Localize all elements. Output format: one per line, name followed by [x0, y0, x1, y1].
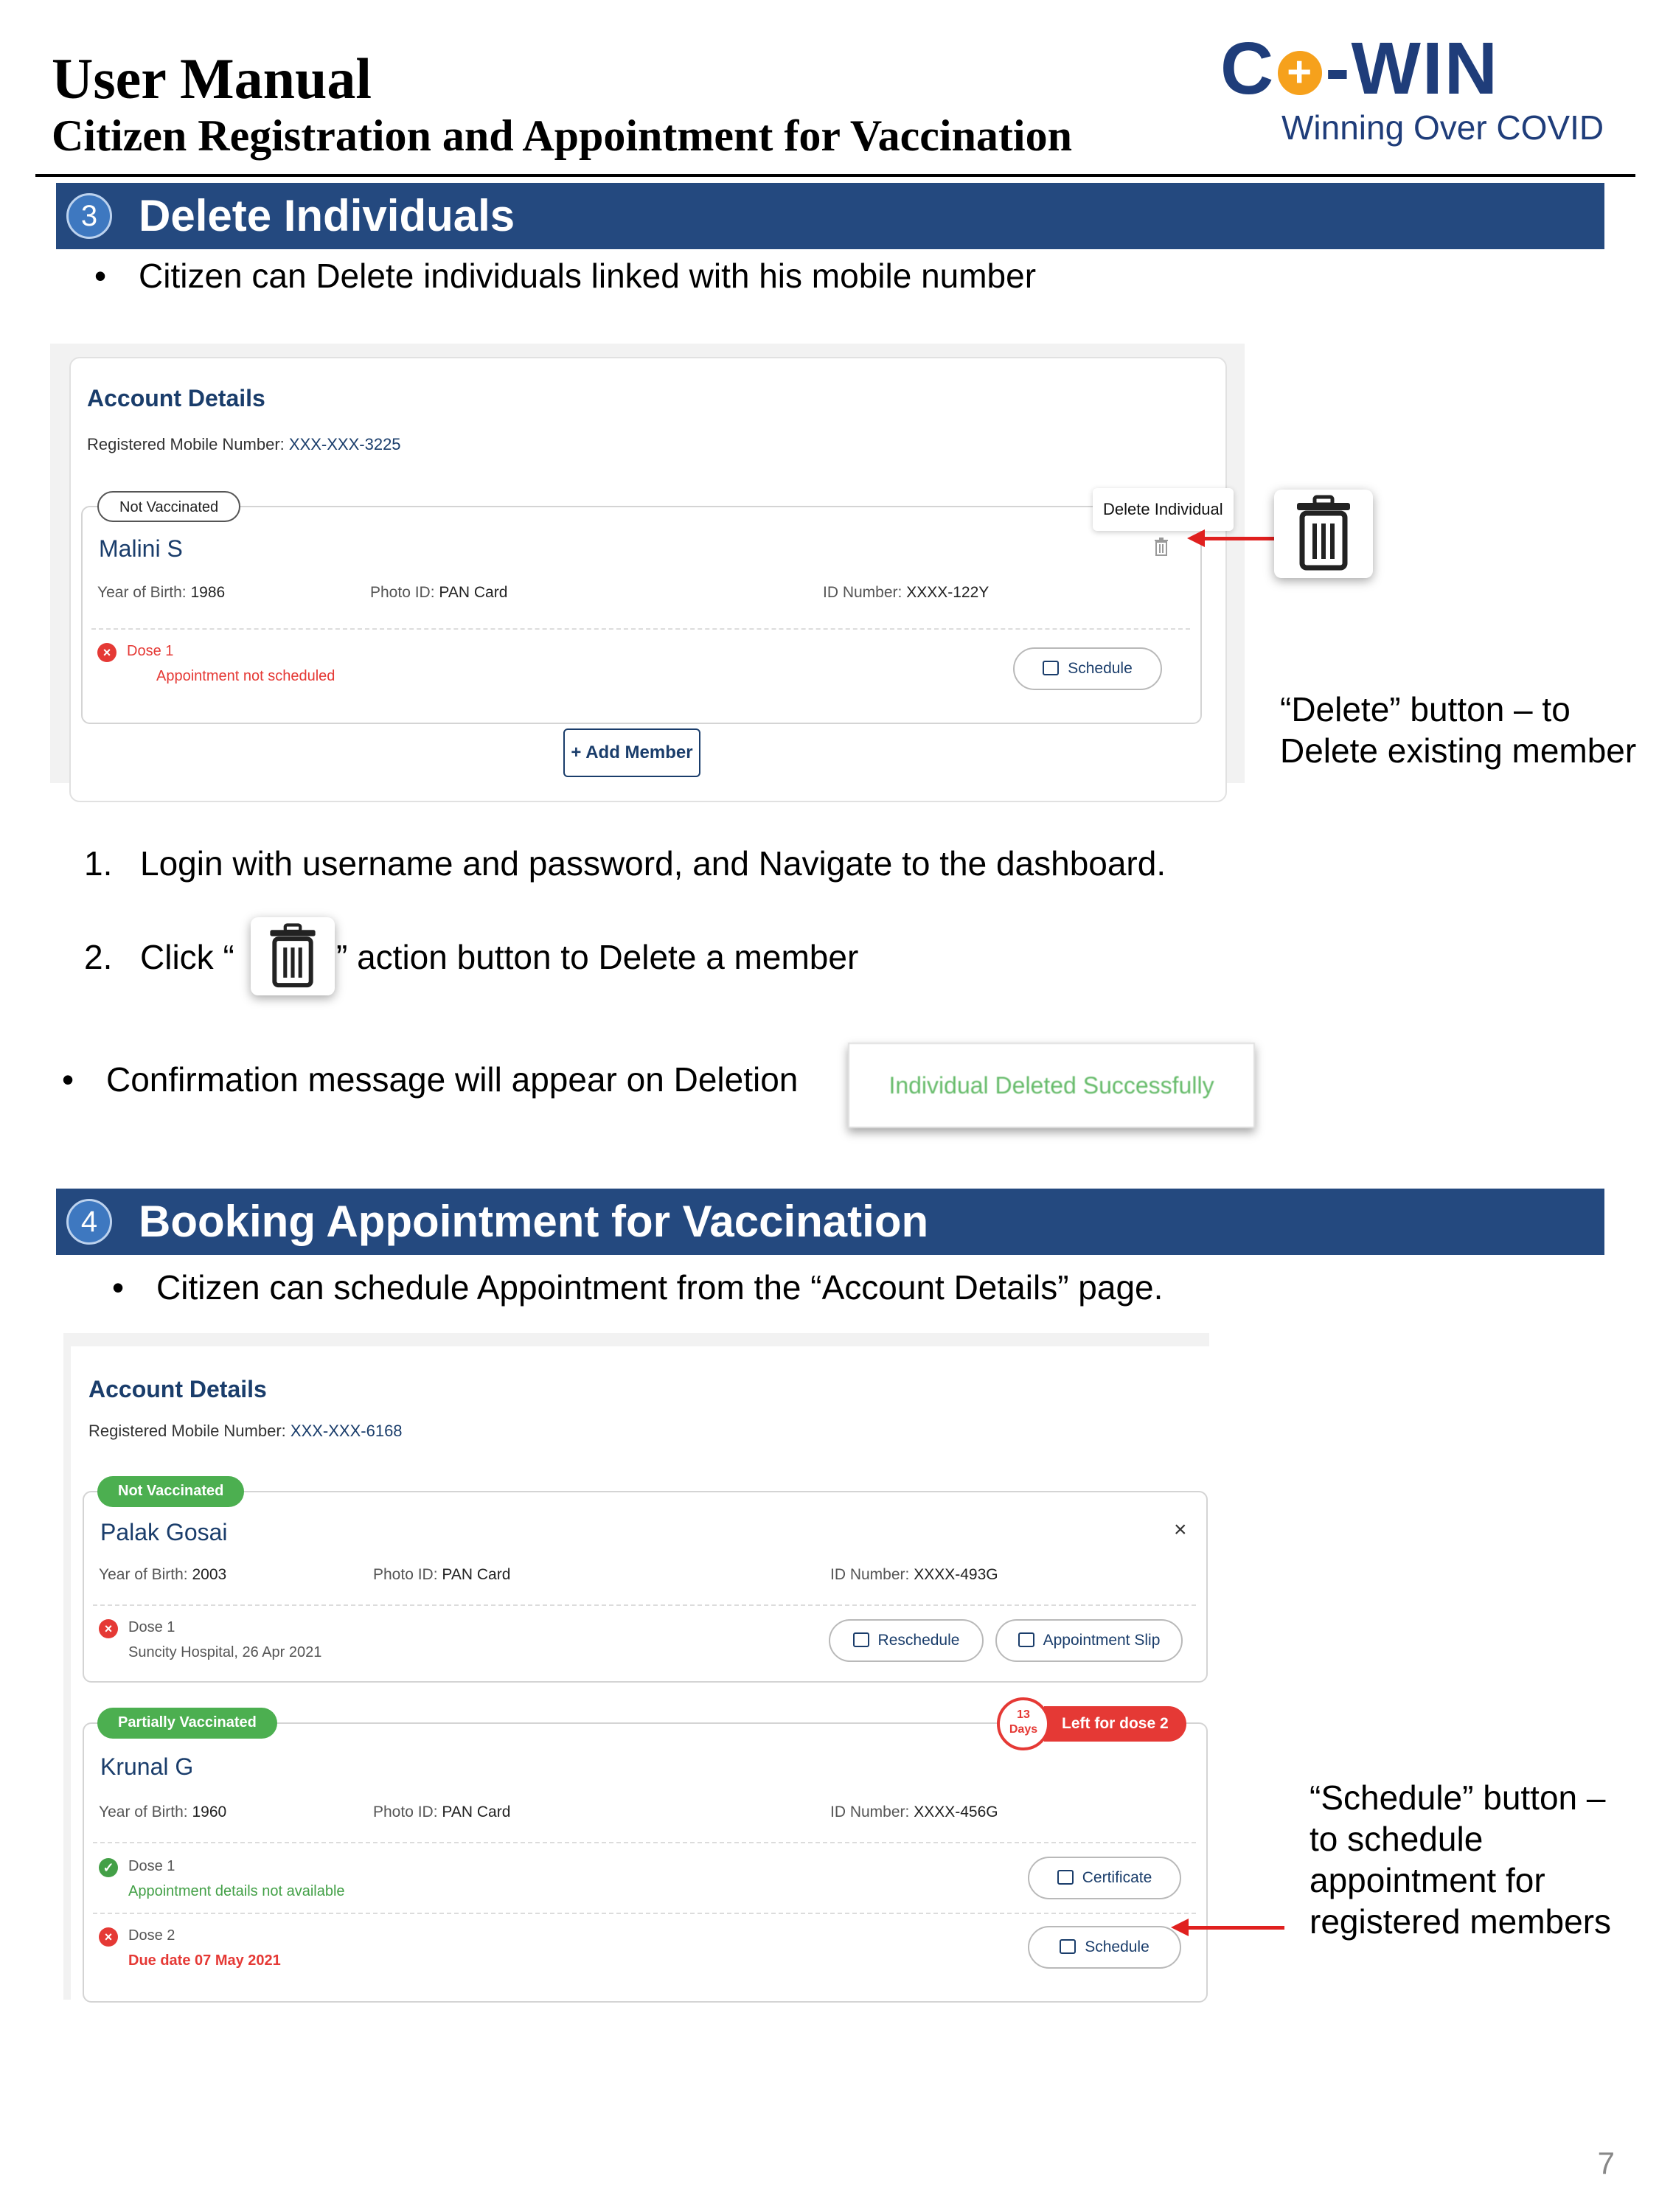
- schedule-button[interactable]: Schedule: [1028, 1926, 1181, 1969]
- status-badge: Not Vaccinated: [97, 491, 241, 522]
- cross-icon: ×: [97, 643, 116, 662]
- member-yob: Year of Birth: 1960: [99, 1804, 227, 1820]
- reschedule-button[interactable]: Reschedule: [829, 1619, 984, 1662]
- trash-icon: [251, 917, 335, 995]
- arrow-icon: [1187, 1926, 1284, 1930]
- close-icon[interactable]: ×: [1174, 1517, 1187, 1543]
- dose-status: Appointment not scheduled: [156, 668, 335, 684]
- dose-detail: Appointment details not available: [128, 1883, 345, 1899]
- divider: [93, 1604, 1196, 1606]
- confirmation-bullet: • Confirmation message will appear on Del…: [62, 1060, 799, 1099]
- account-details-screenshot-2: Account Details Registered Mobile Number…: [63, 1333, 1209, 2003]
- document-title: User Manual: [52, 46, 372, 111]
- member-photo-id: Photo ID: PAN Card: [370, 584, 508, 601]
- schedule-button[interactable]: Schedule: [1013, 647, 1162, 690]
- header-divider: [35, 174, 1635, 177]
- step-1: 1. Login with username and password, and …: [84, 844, 1166, 883]
- trash-icon[interactable]: [1153, 537, 1169, 556]
- days-left-badge: 13 Days: [997, 1697, 1050, 1750]
- account-details-screenshot-1: Account Details Registered Mobile Number…: [50, 344, 1245, 802]
- add-member-button[interactable]: + Add Member: [563, 728, 700, 777]
- section-title: Booking Appointment for Vaccination: [139, 1197, 929, 1246]
- member-card: Palak Gosai × Year of Birth: 2003 Photo …: [83, 1491, 1208, 1683]
- account-details-title: Account Details: [87, 385, 265, 411]
- section3-bullet: • Citizen can Delete individuals linked w…: [94, 257, 1037, 295]
- section-number: 3: [66, 193, 112, 239]
- section4-bullet: • Citizen can schedule Appointment from t…: [112, 1268, 1164, 1307]
- dose-label: Dose 1: [128, 1858, 175, 1874]
- cross-icon: ×: [99, 1927, 118, 1947]
- certificate-button[interactable]: Certificate: [1028, 1857, 1181, 1899]
- registered-mobile: Registered Mobile Number: XXX-XXX-3225: [87, 435, 401, 453]
- schedule-button-note: “Schedule” button – to schedule appointm…: [1310, 1778, 1612, 1941]
- member-name: Krunal G: [100, 1753, 194, 1780]
- account-card: Account Details Registered Mobile Number…: [69, 357, 1227, 802]
- member-name: Malini S: [99, 535, 183, 562]
- member-yob: Year of Birth: 2003: [99, 1566, 227, 1583]
- arrow-head: [1171, 1919, 1189, 1936]
- dose-label: Dose 2: [128, 1927, 175, 1944]
- check-icon: ✓: [99, 1858, 118, 1877]
- plus-icon: +: [1278, 51, 1323, 95]
- dose-label: Dose 1: [127, 643, 174, 659]
- cross-icon: ×: [99, 1619, 118, 1638]
- member-name: Palak Gosai: [100, 1519, 228, 1545]
- status-badge: Partially Vaccinated: [97, 1708, 277, 1739]
- document-subtitle: Citizen Registration and Appointment for…: [52, 111, 1072, 160]
- delete-tooltip: Delete Individual: [1093, 488, 1234, 531]
- section-title: Delete Individuals: [139, 191, 515, 240]
- dose2-countdown-badge: Left for dose 2: [1044, 1706, 1186, 1742]
- member-id-number: ID Number: XXXX-122Y: [823, 584, 990, 601]
- page-number: 7: [1597, 2146, 1615, 2180]
- step-2: 2. Click “: [84, 938, 234, 976]
- calendar-icon: [1060, 1939, 1077, 1954]
- divider: [91, 628, 1190, 630]
- member-yob: Year of Birth: 1986: [97, 584, 226, 601]
- member-photo-id: Photo ID: PAN Card: [373, 1566, 511, 1583]
- arrow-icon: [1203, 537, 1274, 540]
- member-photo-id: Photo ID: PAN Card: [373, 1804, 511, 1820]
- step-2-text: ” action button to Delete a member: [336, 938, 859, 976]
- dose-due-date: Due date 07 May 2021: [128, 1952, 281, 1969]
- member-card: Krunal G Year of Birth: 1960 Photo ID: P…: [83, 1722, 1208, 2003]
- trash-icon: [1274, 490, 1373, 578]
- calendar-icon: [852, 1632, 869, 1647]
- arrow-head: [1187, 529, 1205, 547]
- status-badge: Not Vaccinated: [97, 1476, 245, 1507]
- cowin-logo: C + -WIN: [1220, 27, 1499, 110]
- section-header-booking: 4 Booking Appointment for Vaccination: [56, 1189, 1604, 1255]
- section-number: 4: [66, 1199, 112, 1245]
- success-toast: Individual Deleted Successfully: [848, 1043, 1255, 1128]
- account-details-title: Account Details: [88, 1376, 267, 1402]
- logo-tagline: Winning Over COVID: [1281, 108, 1604, 147]
- member-id-number: ID Number: XXXX-493G: [830, 1566, 998, 1583]
- member-card: Malini S Year of Birth: 1986 Photo ID: P…: [81, 506, 1202, 724]
- section-header-delete: 3 Delete Individuals: [56, 183, 1604, 249]
- document-icon: [1018, 1632, 1034, 1647]
- calendar-icon: [1043, 661, 1060, 675]
- registered-mobile: Registered Mobile Number: XXX-XXX-6168: [88, 1422, 403, 1440]
- dose-detail: Suncity Hospital, 26 Apr 2021: [128, 1644, 322, 1660]
- delete-button-note: “Delete” button – to Delete existing mem…: [1280, 690, 1637, 770]
- account-card: Account Details Registered Mobile Number…: [71, 1346, 1209, 2003]
- certificate-icon: [1057, 1870, 1074, 1885]
- appointment-slip-button[interactable]: Appointment Slip: [995, 1619, 1183, 1662]
- member-id-number: ID Number: XXXX-456G: [830, 1804, 998, 1820]
- dose-label: Dose 1: [128, 1619, 175, 1635]
- divider: [93, 1913, 1196, 1914]
- divider: [93, 1842, 1196, 1843]
